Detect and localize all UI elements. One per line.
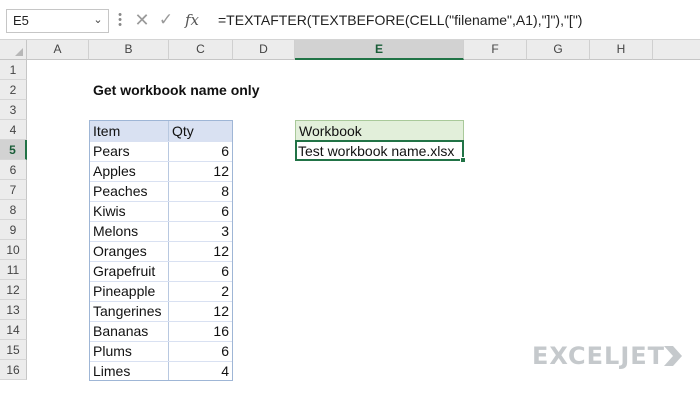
row-header-11[interactable]: 11 <box>0 260 27 280</box>
table-cell-qty[interactable]: 12 <box>169 241 232 261</box>
table-cell-item[interactable]: Limes <box>90 361 168 381</box>
table-cell-item[interactable]: Kiwis <box>90 201 168 221</box>
table-cell-item[interactable]: Oranges <box>90 241 168 261</box>
column-header-c[interactable]: C <box>169 40 233 60</box>
column-header-a[interactable]: A <box>27 40 89 60</box>
formula-input[interactable]: =TEXTAFTER(TEXTBEFORE(CELL("filename",A1… <box>218 9 698 33</box>
column-header-g[interactable]: G <box>527 40 590 60</box>
row-header-5[interactable]: 5 <box>0 140 27 160</box>
column-header-f[interactable]: F <box>464 40 527 60</box>
table-cell-qty[interactable]: 6 <box>169 341 232 361</box>
workbook-result-cell[interactable]: Test workbook name.xlsx <box>295 140 464 161</box>
select-all-triangle-icon <box>15 48 23 56</box>
check-icon[interactable]: ✓ <box>157 10 175 30</box>
table-cell-qty[interactable]: 4 <box>169 361 232 381</box>
cancel-icon[interactable]: ✕ <box>133 10 151 30</box>
row-header-15[interactable]: 15 <box>0 340 27 360</box>
table-cell-qty[interactable]: 6 <box>169 141 232 161</box>
table-cell-item[interactable]: Pears <box>90 141 168 161</box>
data-table: Item Qty Pears 6 Apples 12 Peaches 8 Kiwis 6 Mel… <box>89 120 233 381</box>
table-cell-qty[interactable]: 2 <box>169 281 232 301</box>
row-header-14[interactable]: 14 <box>0 320 27 340</box>
chevron-down-icon[interactable]: ⌄ <box>90 11 106 29</box>
row-header-3[interactable]: 3 <box>0 100 27 120</box>
row-header-9[interactable]: 9 <box>0 220 27 240</box>
table-cell-qty[interactable]: 16 <box>169 321 232 341</box>
row-header-13[interactable]: 13 <box>0 300 27 320</box>
table-cell-qty[interactable]: 6 <box>169 201 232 221</box>
table-cell-item[interactable]: Melons <box>90 221 168 241</box>
exceljet-logo: EXCELJET <box>532 342 666 370</box>
table-cell-qty[interactable]: 12 <box>169 161 232 181</box>
header-qty[interactable]: Qty <box>169 121 232 141</box>
table-cell-qty[interactable]: 3 <box>169 221 232 241</box>
column-header-d[interactable]: D <box>233 40 295 60</box>
workbook-header-label: Workbook <box>299 123 362 139</box>
exceljet-logo-mark-icon <box>664 346 682 366</box>
column-header-b[interactable]: B <box>89 40 169 60</box>
row-header-12[interactable]: 12 <box>0 280 27 300</box>
table-cell-item[interactable]: Plums <box>90 341 168 361</box>
row-header-16[interactable]: 16 <box>0 360 27 380</box>
workbook-header-cell[interactable]: Workbook <box>295 120 464 141</box>
column-header-stub <box>653 40 700 60</box>
row-header-7[interactable]: 7 <box>0 180 27 200</box>
table-cell-item[interactable]: Pineapple <box>90 281 168 301</box>
column-header-h[interactable]: H <box>590 40 653 60</box>
table-cell-item[interactable]: Bananas <box>90 321 168 341</box>
row-header-6[interactable]: 6 <box>0 160 27 180</box>
row-header-1[interactable]: 1 <box>0 60 27 80</box>
table-cell-item[interactable]: Grapefruit <box>90 261 168 281</box>
row-header-2[interactable]: 2 <box>0 80 27 100</box>
drag-handle-icon[interactable]: • • • <box>118 10 122 31</box>
row-header-4[interactable]: 4 <box>0 120 27 140</box>
table-cell-qty[interactable]: 8 <box>169 181 232 201</box>
fill-handle[interactable] <box>460 157 466 163</box>
row-header-10[interactable]: 10 <box>0 240 27 260</box>
header-item[interactable]: Item <box>90 121 168 141</box>
workbook-result-value: Test workbook name.xlsx <box>298 143 455 159</box>
table-cell-item[interactable]: Apples <box>90 161 168 181</box>
column-header-e[interactable]: E <box>295 40 464 60</box>
insert-function-icon[interactable]: fx <box>180 9 204 31</box>
row-header-8[interactable]: 8 <box>0 200 27 220</box>
table-cell-qty[interactable]: 6 <box>169 261 232 281</box>
table-cell-item[interactable]: Peaches <box>90 181 168 201</box>
page-title[interactable]: Get workbook name only <box>93 80 259 100</box>
table-cell-qty[interactable]: 12 <box>169 301 232 321</box>
table-cell-item[interactable]: Tangerines <box>90 301 168 321</box>
